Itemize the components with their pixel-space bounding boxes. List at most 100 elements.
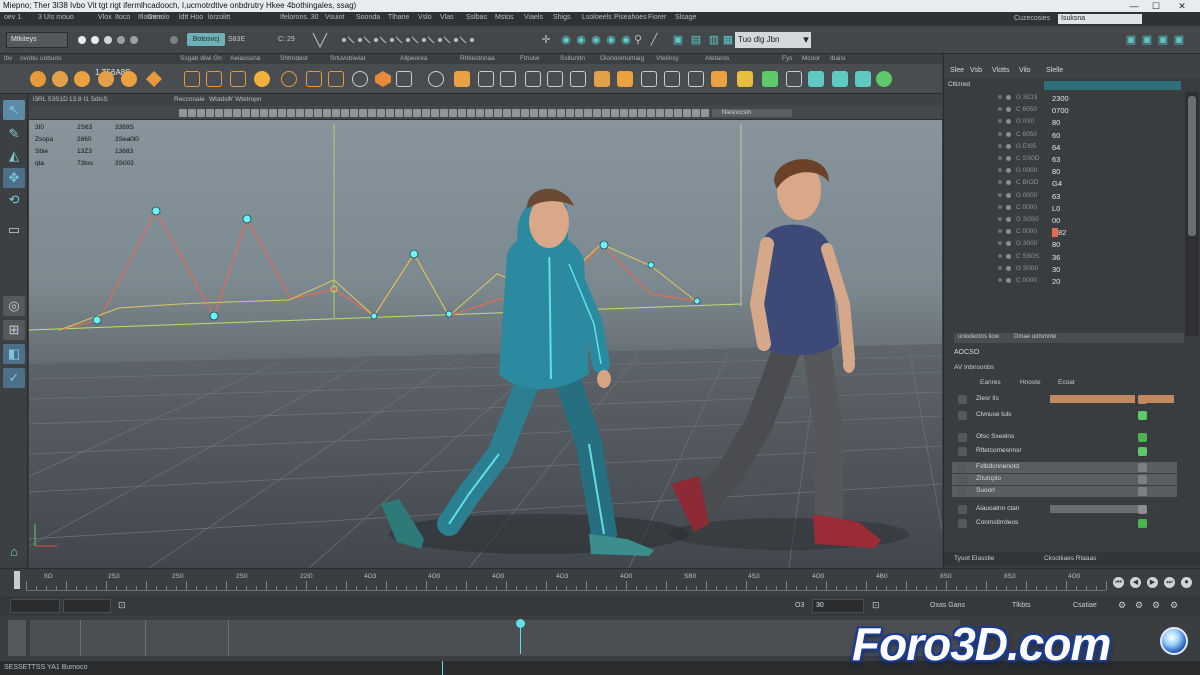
time-ruler[interactable]: ItO 2S3 2S0 2S0 22I0 4O3 4O0 4O0 4O3 4O0 SB0 4S3 4O0… xyxy=(26,573,1107,591)
viewport-menu-item[interactable]: Wtetropn xyxy=(235,96,261,103)
shelf-tab[interactable]: Mcoor xyxy=(802,55,820,62)
channel-lock-icon[interactable] xyxy=(998,119,1002,124)
viewport-tool-icon[interactable] xyxy=(692,109,700,117)
channel-key-icon[interactable] xyxy=(1006,131,1011,137)
tool-icon-s[interactable] xyxy=(832,71,848,87)
channel-box-tab[interactable]: Slelle xyxy=(1046,67,1063,74)
viewport-menu-item[interactable]: Wtadsll xyxy=(209,96,230,103)
scene-canvas[interactable] xyxy=(29,94,942,568)
layer-row[interactable]: Zitutoplo xyxy=(952,474,1177,485)
layer-visibility-icon[interactable] xyxy=(958,475,967,484)
viewport-tool-icon[interactable] xyxy=(620,109,628,117)
channel-key-icon[interactable] xyxy=(1006,119,1011,125)
channel-lock-icon[interactable] xyxy=(998,265,1002,270)
cone-icon[interactable] xyxy=(98,71,114,87)
key-icon-b[interactable]: ⚙ xyxy=(1135,600,1143,611)
channel-key-icon[interactable] xyxy=(1006,278,1011,283)
viewport-tool-icon[interactable] xyxy=(701,109,709,117)
viewport-tool-icon[interactable] xyxy=(368,109,376,117)
menu-item[interactable]: Viaels xyxy=(524,14,543,21)
channel-key-icon[interactable] xyxy=(1006,204,1011,210)
key-icon-a[interactable]: ⚙ xyxy=(1118,600,1126,611)
file-new-icon[interactable] xyxy=(78,36,86,44)
viewport-tool-icon[interactable] xyxy=(458,109,466,117)
channel-value[interactable]: 64 xyxy=(1052,143,1060,152)
tool-settings-icon[interactable]: ▦ xyxy=(722,34,734,46)
render-icon[interactable]: ◉ xyxy=(560,34,572,46)
coord-field-b[interactable]: C: 29 xyxy=(278,36,295,43)
curve-ep-icon[interactable] xyxy=(184,71,200,87)
layer-row[interactable]: Rftetcomesnnsr xyxy=(952,446,1177,457)
file-save-icon[interactable] xyxy=(104,36,112,44)
snap-button[interactable]: Botosvcj xyxy=(187,33,225,46)
viewport-tool-icon[interactable] xyxy=(278,109,286,117)
menu-item[interactable]: Vlox xyxy=(98,14,112,21)
channel-lock-icon[interactable] xyxy=(998,229,1002,234)
shelf-tab[interactable]: ovobu xyxy=(20,55,38,62)
viewport-tool-icon[interactable] xyxy=(566,109,574,117)
channel-value[interactable]: 60 xyxy=(1052,131,1060,140)
viewport-tool-icon[interactable] xyxy=(575,109,583,117)
channel-value[interactable]: L0 xyxy=(1052,204,1060,213)
shelf-tab[interactable]: Srtuvobiwiar xyxy=(330,55,366,62)
menu-item[interactable]: Vslo xyxy=(418,14,432,21)
shelf-tab[interactable]: Aeiaossna xyxy=(230,55,260,62)
channel-value[interactable]: 80 xyxy=(1052,118,1060,127)
channel-lock-icon[interactable] xyxy=(998,253,1002,258)
tool-icon-r[interactable] xyxy=(808,71,824,87)
light-icon[interactable]: ⚲ xyxy=(632,34,644,46)
channel-value[interactable]: 30 xyxy=(1052,265,1060,274)
viewport-tool-icon[interactable] xyxy=(350,109,358,117)
layer-state-icon[interactable] xyxy=(1152,505,1161,514)
layer-weight-bar[interactable] xyxy=(1050,505,1146,513)
layout-single-icon[interactable]: ◎ xyxy=(3,296,25,316)
menu-item[interactable]: Slsage xyxy=(675,14,696,21)
menu-item[interactable]: Shigs xyxy=(553,14,571,21)
channel-row[interactable]: G 0000 63 xyxy=(944,190,1184,202)
menu-item[interactable]: Sslbas xyxy=(466,14,487,21)
undo-icon[interactable] xyxy=(117,36,125,44)
tool-icon-j[interactable] xyxy=(617,71,633,87)
range-end-icon[interactable]: ⊡ xyxy=(872,600,880,611)
viewport-tool-icon[interactable] xyxy=(422,109,430,117)
viewport-tool-icon[interactable] xyxy=(683,109,691,117)
viewport-tool-icon[interactable] xyxy=(341,109,349,117)
shelf-tab[interactable]: Ssgab diwi Gn xyxy=(180,55,222,62)
channel-scrollbar[interactable] xyxy=(1185,92,1199,336)
channel-box-tab[interactable]: Vlotts xyxy=(992,67,1010,74)
pencil-curve-icon[interactable] xyxy=(254,71,270,87)
layer-name[interactable]: Rftetcomesnnsr xyxy=(976,447,1022,454)
viewport-tool-icon[interactable] xyxy=(503,109,511,117)
tool-icon-c[interactable] xyxy=(454,71,470,87)
hypershade-icon[interactable]: ◉ xyxy=(605,34,617,46)
channel-lock-icon[interactable] xyxy=(998,192,1002,197)
channel-value[interactable]: 82 xyxy=(1052,228,1066,238)
layer-color-icon[interactable] xyxy=(1138,505,1147,514)
panel-camera-field[interactable]: Niesnccsin xyxy=(712,109,792,117)
viewport-tool-icon[interactable] xyxy=(638,109,646,117)
layer-color-icon[interactable] xyxy=(1138,395,1147,404)
channel-key-icon[interactable] xyxy=(1006,253,1011,259)
layer-name[interactable]: Fstbdcnnenotd xyxy=(976,463,1019,470)
viewport-tool-icon[interactable] xyxy=(395,109,403,117)
layer-visibility-icon[interactable] xyxy=(958,487,967,496)
viewport-tool-icon[interactable] xyxy=(323,109,331,117)
viewport-tool-icon[interactable] xyxy=(206,109,214,117)
layer-row[interactable]: Clvnuse tuls xyxy=(952,410,1177,421)
tool-icon-q[interactable] xyxy=(786,71,802,87)
layer-name[interactable]: Zitutoplo xyxy=(976,475,1001,482)
layer-visibility-icon[interactable] xyxy=(958,463,967,472)
layer-color-icon[interactable] xyxy=(1138,519,1147,528)
layer-visibility-icon[interactable] xyxy=(958,505,967,514)
channel-key-icon[interactable] xyxy=(1006,241,1011,247)
viewport-tool-icon[interactable] xyxy=(386,109,394,117)
layer-color-icon[interactable] xyxy=(1138,433,1147,442)
viewport-menu-item[interactable]: Y xyxy=(229,96,233,103)
channel-row[interactable]: C 0000 20 xyxy=(944,275,1184,287)
bezier-icon[interactable] xyxy=(230,71,246,87)
current-frame-field[interactable]: 30 xyxy=(812,599,864,613)
viewport-tool-icon[interactable] xyxy=(224,109,232,117)
viewport-tool-icon[interactable] xyxy=(287,109,295,117)
layer-row[interactable]: Zlesr Ils xyxy=(952,394,1177,405)
viewport-tool-icon[interactable] xyxy=(593,109,601,117)
